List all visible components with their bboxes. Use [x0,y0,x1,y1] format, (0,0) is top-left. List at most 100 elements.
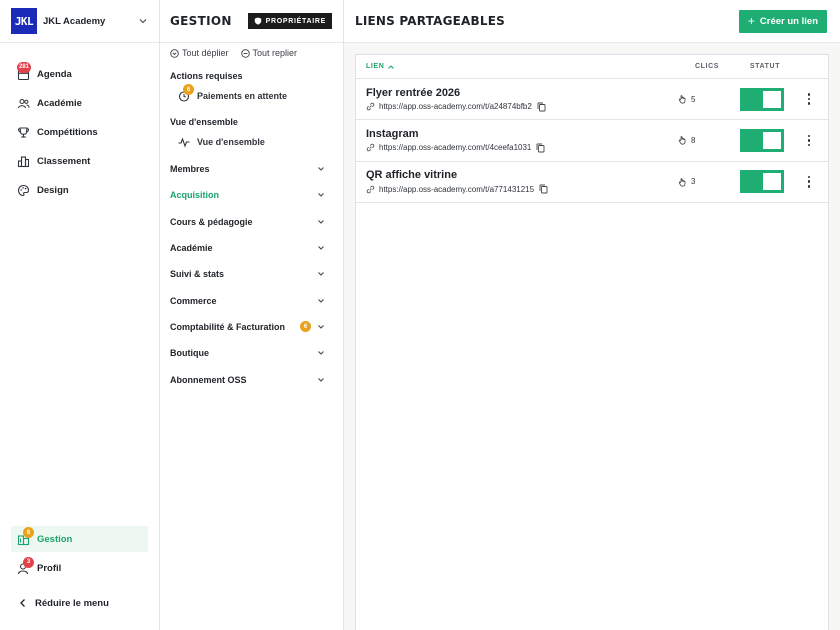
users-icon [16,97,30,111]
sort-up-icon [388,64,395,69]
hand-pointer-icon [678,95,686,104]
collapse-all-label: Tout replier [252,48,298,58]
link-url: https://app.oss-academy.com/t/a771431215 [366,184,678,194]
section-cours[interactable]: Cours & pédagogie [160,209,343,235]
column-status: STATUT [749,63,781,70]
link-name: Flyer rentrée 2026 [366,86,461,99]
sidebar-bottom: 6 Gestion 3 Profil Réduire le menu [0,526,159,618]
copy-icon[interactable] [536,143,545,153]
section-academie[interactable]: Académie [160,235,343,261]
status-toggle[interactable] [740,87,784,111]
column-link-sort[interactable]: LIEN [356,63,677,71]
sidebar-item-design[interactable]: Design [0,176,159,205]
ranking-icon [16,155,30,169]
create-link-button[interactable]: + Créer un lien [738,9,827,33]
section-acquisition[interactable]: Acquisition [160,182,343,208]
status-toggle[interactable] [740,170,784,194]
overview-group-title: Vue d'ensemble [170,117,238,127]
section-label: Suivi & stats [170,269,225,280]
link-info: Instagram https://app.oss-academy.com/t/… [356,128,678,153]
palette-icon [16,184,30,198]
column-link-label: LIEN [366,63,385,70]
org-switcher[interactable]: JKL JKL Academy [0,0,159,43]
sidebar-item-competitions[interactable]: Compétitions [0,118,159,147]
row-menu-button[interactable] [803,134,815,147]
chevron-down-icon [318,193,324,198]
link-clicks: 8 [678,135,718,146]
copy-icon[interactable] [537,102,546,112]
section-boutique[interactable]: Boutique [160,340,343,366]
user-icon: 3 [16,556,34,576]
sidebar-item-label: Agenda [37,69,72,80]
chevron-down-icon [318,298,324,303]
shield-icon [254,17,261,25]
collapse-menu-label: Réduire le menu [35,597,109,609]
chevron-down-icon [318,246,324,250]
section-commerce[interactable]: Commerce [160,287,343,313]
chevron-down-icon [318,351,324,355]
org-name: JKL Academy [43,15,106,27]
chevron-down-icon [318,272,324,277]
section-suivi[interactable]: Suivi & stats [160,261,343,287]
gestion-panel: GESTION PROPRIÉTAIRE Tout déplier Tout r… [160,0,344,630]
chevron-down-icon [318,377,324,382]
main-sidebar: JKL JKL Academy 281 Agenda Académie Comp… [0,0,160,630]
sidebar-item-profil[interactable]: 3 Profil [0,554,159,583]
sidebar-item-classement[interactable]: Classement [0,147,159,176]
sidebar-nav: 281 Agenda Académie Compétitions Classem… [0,43,159,205]
table-row: Flyer rentrée 2026 https://app.oss-acade… [356,79,828,121]
link-url: https://app.oss-academy.com/t/a24874bfb2 [366,102,678,112]
chevron-down-icon [318,219,324,224]
section-comptabilite[interactable]: Comptabilité & Facturation 6 [160,314,343,340]
pending-payments-item[interactable]: 6 Paiements en attente [160,84,343,108]
main-header: LIENS PARTAGEABLES + Créer un lien [344,0,840,43]
sidebar-item-gestion[interactable]: 6 Gestion [11,526,148,552]
create-link-label: Créer un lien [759,15,818,27]
agenda-badge: 281 [17,61,32,73]
status-toggle[interactable] [740,128,784,152]
link-url-text: https://app.oss-academy.com/t/a771431215 [379,184,535,194]
owner-badge-label: PROPRIÉTAIRE [265,17,326,25]
copy-icon[interactable] [539,184,548,194]
pending-payments-badge: 6 [183,84,194,95]
sidebar-item-agenda[interactable]: 281 Agenda [0,60,159,89]
collapse-all-button[interactable]: Tout replier [240,48,298,58]
main-content: LIENS PARTAGEABLES + Créer un lien LIEN … [344,0,840,630]
profil-badge: 3 [23,556,34,568]
chevron-down-icon [318,167,324,171]
overview-item[interactable]: Vue d'ensemble [160,130,343,154]
gestion-badge: 6 [23,527,34,538]
page-title: LIENS PARTAGEABLES [355,14,505,28]
link-icon [366,144,375,152]
overview-label: Vue d'ensemble [197,137,265,147]
sidebar-item-label: Gestion [37,533,73,545]
link-clicks-value: 3 [691,177,696,187]
expand-all-button[interactable]: Tout déplier [170,48,229,58]
sidebar-item-label: Académie [37,98,82,109]
link-icon [366,102,375,111]
comptabilite-badge: 6 [300,321,311,333]
actions-group-title: Actions requises [170,71,243,81]
row-menu-button[interactable] [803,175,815,188]
table-row: QR affiche vitrine https://app.oss-acade… [356,162,828,203]
activity-icon [177,135,191,149]
pending-payments-label: Paiements en attente [197,91,288,101]
toggle-knob [763,131,781,149]
column-clicks: CLICS [695,63,719,70]
row-menu-button[interactable] [803,93,815,106]
section-abonnement[interactable]: Abonnement OSS [160,366,343,392]
toggle-knob [763,173,781,191]
plus-icon: + [747,14,755,28]
chevron-down-icon [318,325,324,329]
collapse-menu-button[interactable]: Réduire le menu [0,588,159,618]
link-url-text: https://app.oss-academy.com/t/a24874bfb2 [379,102,532,112]
panel-header: GESTION PROPRIÉTAIRE [160,0,343,43]
toggle-knob [763,90,781,108]
section-label: Membres [170,164,210,175]
calendar-icon: 281 [16,61,32,82]
table-header: LIEN CLICS STATUT [356,55,828,79]
link-clicks: 5 [678,94,718,104]
section-membres[interactable]: Membres [160,156,343,182]
sidebar-item-academie[interactable]: Académie [0,89,159,118]
link-name: Instagram [366,127,419,140]
